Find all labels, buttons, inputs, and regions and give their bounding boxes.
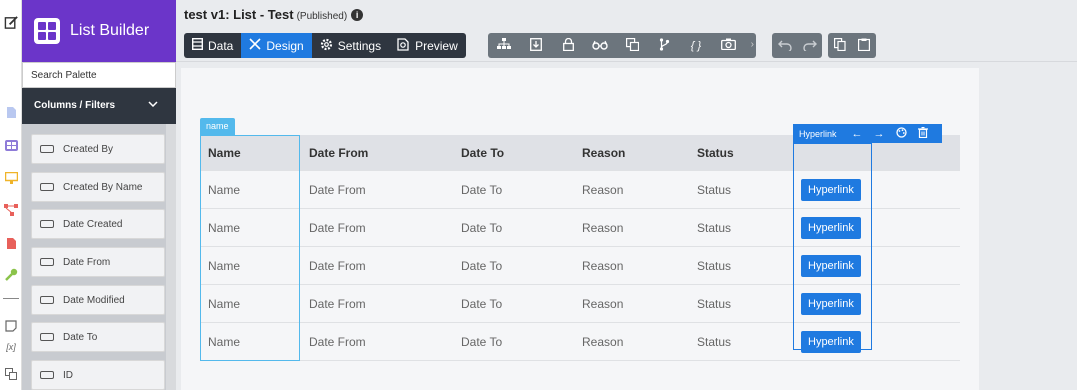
workflow-icon[interactable] <box>3 202 19 218</box>
column-header-date-from[interactable]: Date From <box>309 135 368 170</box>
rail-divider <box>3 298 19 299</box>
mode-tabs: Data Design Settings Preview <box>184 33 466 58</box>
palette-style-icon[interactable] <box>895 126 907 141</box>
cell-date-to: Date To <box>461 296 503 311</box>
chevron-right-icon[interactable]: › <box>751 39 754 50</box>
field-icon <box>40 296 54 304</box>
undo-icon[interactable] <box>777 38 792 54</box>
copy-icon[interactable] <box>834 37 846 54</box>
info-icon[interactable]: i <box>351 9 364 21</box>
tree-icon[interactable] <box>488 38 520 53</box>
arrow-left-icon[interactable]: ← <box>852 128 863 140</box>
trash-icon[interactable] <box>917 126 928 141</box>
glasses-icon[interactable] <box>584 38 616 53</box>
branch-icon[interactable] <box>648 37 680 54</box>
key-icon[interactable] <box>3 266 19 282</box>
column-header-status[interactable]: Status <box>697 135 734 170</box>
name-column-selection[interactable] <box>200 135 300 361</box>
import-icon[interactable] <box>520 37 552 54</box>
translate-icon[interactable] <box>616 37 648 54</box>
design-icon <box>249 38 261 53</box>
camera-icon[interactable] <box>712 38 744 53</box>
tab-data[interactable]: Data <box>184 33 241 58</box>
document-icon[interactable] <box>3 104 19 120</box>
icon-rail: [x] <box>0 0 22 390</box>
cell-date-from: Date From <box>309 296 366 311</box>
cell-status: Status <box>697 334 732 349</box>
cell-reason: Reason <box>582 220 624 235</box>
brand-title: List Builder <box>70 22 150 39</box>
cell-status: Status <box>697 220 732 235</box>
tab-design[interactable]: Design <box>241 33 312 58</box>
tab-settings[interactable]: Settings <box>312 33 389 58</box>
redo-icon[interactable] <box>802 38 817 54</box>
field-icon <box>40 371 54 379</box>
design-toolbar: { } › <box>488 33 756 58</box>
list-builder-logo-icon <box>34 18 60 44</box>
variable-icon[interactable]: [x] <box>3 339 19 355</box>
hyperlink-column-selection[interactable] <box>793 143 872 350</box>
cell-date-from: Date From <box>309 220 366 235</box>
grid-icon <box>191 37 204 53</box>
brand-header: List Builder <box>22 0 176 62</box>
column-header-date-to[interactable]: Date To <box>461 135 504 170</box>
palette-item[interactable]: Created By Name <box>31 172 165 202</box>
pdf-icon[interactable] <box>3 235 19 251</box>
cell-date-from: Date From <box>309 334 366 349</box>
cell-date-to: Date To <box>461 182 503 197</box>
gear-icon <box>320 38 333 54</box>
cell-date-to: Date To <box>461 258 503 273</box>
publish-status: (Published) <box>296 11 348 22</box>
grid-icon[interactable] <box>3 137 19 153</box>
field-icon <box>40 220 54 228</box>
column-header-reason[interactable]: Reason <box>582 135 625 170</box>
cell-status: Status <box>697 296 732 311</box>
cell-reason: Reason <box>582 258 624 273</box>
columns-filters-section[interactable]: Columns / Filters <box>22 88 176 124</box>
cell-date-to: Date To <box>461 220 503 235</box>
chevron-down-icon <box>148 99 158 110</box>
field-icon <box>40 333 54 341</box>
search-palette-input[interactable]: Search Palette <box>22 62 176 88</box>
palette-item[interactable]: Date Created <box>31 209 165 239</box>
clipboard-group <box>828 33 876 58</box>
field-icon <box>40 145 54 153</box>
cell-reason: Reason <box>582 334 624 349</box>
top-header: test v1: List - Test (Published) i Data De… <box>176 0 1077 62</box>
palette-item[interactable]: Date To <box>31 322 165 352</box>
section-title: Columns / Filters <box>34 100 116 111</box>
cell-date-from: Date From <box>309 182 366 197</box>
palette-item[interactable]: Date From <box>31 247 165 277</box>
braces-icon[interactable]: { } <box>680 40 712 52</box>
paste-icon[interactable] <box>858 38 871 54</box>
palette-scrollbar[interactable] <box>166 124 176 390</box>
palette-list: Created By Created By Name Date Created … <box>22 124 176 390</box>
arrow-right-icon[interactable]: → <box>874 128 885 140</box>
note-icon[interactable] <box>3 318 19 334</box>
tab-preview[interactable]: Preview <box>389 33 466 58</box>
cell-status: Status <box>697 258 732 273</box>
lock-icon[interactable] <box>552 37 584 54</box>
edit-icon[interactable] <box>3 14 19 30</box>
palette-item[interactable]: Date Modified <box>31 285 165 315</box>
cell-status: Status <box>697 182 732 197</box>
preview-icon <box>397 37 410 54</box>
cell-reason: Reason <box>582 182 624 197</box>
cell-reason: Reason <box>582 296 624 311</box>
selected-column-tag[interactable]: name <box>200 118 235 135</box>
hyperlink-toolbar-label: Hyperlink <box>799 128 837 139</box>
cell-date-from: Date From <box>309 258 366 273</box>
palette-item[interactable]: ID <box>31 360 165 390</box>
field-icon <box>40 183 54 191</box>
hyperlink-column-toolbar: Hyperlink ← → <box>793 124 942 143</box>
monitor-icon[interactable] <box>3 170 19 186</box>
translate-icon[interactable] <box>3 366 19 382</box>
field-icon <box>40 258 54 266</box>
page-title: test v1: List - Test (Published) i <box>184 7 364 22</box>
undo-redo-group <box>772 33 822 58</box>
palette-item[interactable]: Created By <box>31 134 165 164</box>
cell-date-to: Date To <box>461 334 503 349</box>
